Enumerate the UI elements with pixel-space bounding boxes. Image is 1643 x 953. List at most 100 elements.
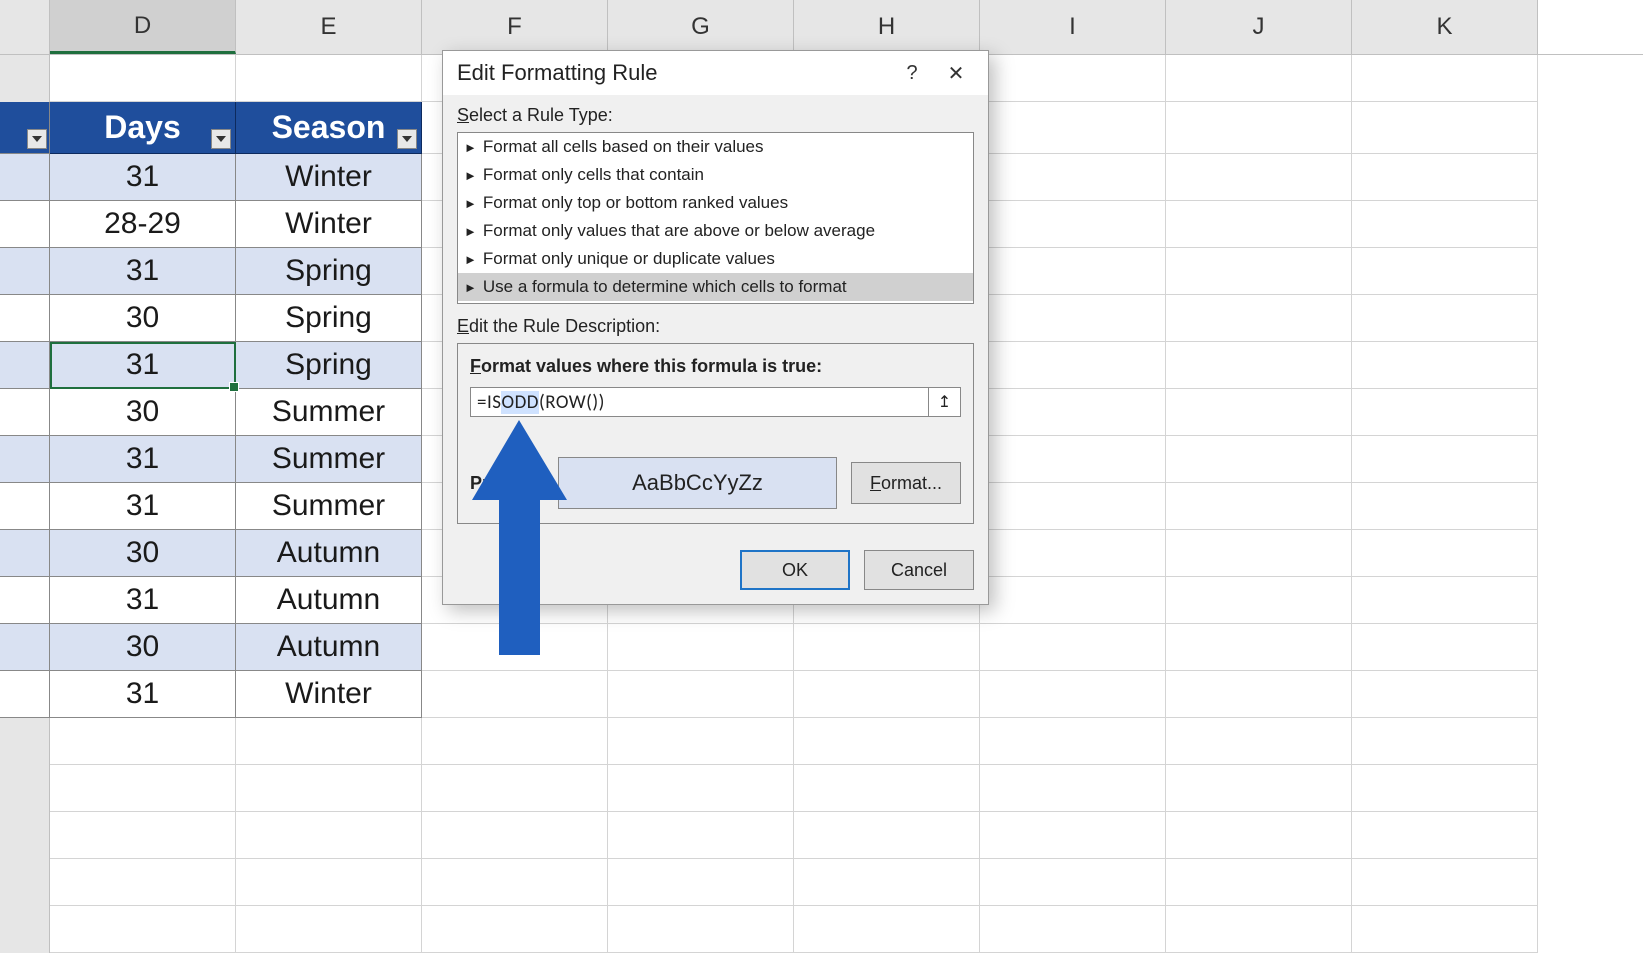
cell[interactable]	[1352, 577, 1538, 624]
cell[interactable]	[980, 812, 1166, 859]
col-header-g[interactable]: G	[608, 0, 794, 54]
rule-type-item[interactable]: ►Format only top or bottom ranked values	[458, 189, 973, 217]
cell-partial[interactable]	[0, 671, 50, 718]
cell[interactable]	[608, 812, 794, 859]
cell[interactable]	[236, 55, 422, 102]
cell-days[interactable]: 31	[50, 248, 236, 295]
cell-partial[interactable]	[0, 154, 50, 201]
rule-type-item[interactable]: ►Use a formula to determine which cells …	[458, 273, 973, 301]
cell[interactable]	[980, 671, 1166, 718]
cell[interactable]	[1352, 201, 1538, 248]
cell[interactable]	[1352, 624, 1538, 671]
cell-days[interactable]: 28-29	[50, 201, 236, 248]
cell[interactable]	[422, 765, 608, 812]
formula-input[interactable]: =ISODD(ROW())	[470, 387, 929, 417]
cell[interactable]	[608, 906, 794, 953]
dialog-titlebar[interactable]: Edit Formatting Rule ? ✕	[443, 51, 988, 95]
row-header[interactable]	[0, 812, 50, 859]
cell[interactable]	[608, 718, 794, 765]
cell[interactable]	[1352, 154, 1538, 201]
format-button[interactable]: Format...	[851, 462, 961, 504]
cell[interactable]	[1352, 530, 1538, 577]
cell[interactable]	[980, 765, 1166, 812]
cell[interactable]	[608, 765, 794, 812]
cell-days[interactable]: 31	[50, 671, 236, 718]
cell[interactable]	[1352, 483, 1538, 530]
cell[interactable]	[1166, 436, 1352, 483]
cell[interactable]	[794, 624, 980, 671]
cell[interactable]	[980, 154, 1166, 201]
cell[interactable]	[1352, 55, 1538, 102]
cell-days[interactable]: 31	[50, 483, 236, 530]
cell[interactable]	[1166, 102, 1352, 154]
cell-season[interactable]: Spring	[236, 342, 422, 389]
filter-dropdown-icon[interactable]	[397, 129, 417, 149]
cell-days[interactable]: 30	[50, 295, 236, 342]
cell[interactable]	[1166, 906, 1352, 953]
cell[interactable]	[236, 812, 422, 859]
cell[interactable]	[794, 765, 980, 812]
cell[interactable]	[980, 718, 1166, 765]
cell-days[interactable]: 30	[50, 530, 236, 577]
col-header-k[interactable]: K	[1352, 0, 1538, 54]
col-header-e[interactable]: E	[236, 0, 422, 54]
cell[interactable]	[1352, 671, 1538, 718]
col-header-f[interactable]: F	[422, 0, 608, 54]
cell[interactable]	[422, 812, 608, 859]
cell[interactable]	[980, 342, 1166, 389]
cell-partial[interactable]	[0, 577, 50, 624]
ok-button[interactable]: OK	[740, 550, 850, 590]
cell[interactable]	[1166, 812, 1352, 859]
cell[interactable]	[1166, 718, 1352, 765]
cell[interactable]	[1166, 530, 1352, 577]
cell-season[interactable]: Autumn	[236, 624, 422, 671]
cell[interactable]	[794, 671, 980, 718]
cell[interactable]	[794, 718, 980, 765]
cell[interactable]	[236, 859, 422, 906]
cell[interactable]	[50, 859, 236, 906]
cell[interactable]	[422, 624, 608, 671]
cell[interactable]	[980, 55, 1166, 102]
cell[interactable]	[1166, 671, 1352, 718]
cell[interactable]	[1166, 342, 1352, 389]
cell-days[interactable]: 31	[50, 577, 236, 624]
cell[interactable]	[980, 530, 1166, 577]
rule-type-item[interactable]: ►Format only cells that contain	[458, 161, 973, 189]
cell[interactable]	[236, 765, 422, 812]
cell-season[interactable]: Autumn	[236, 530, 422, 577]
cell[interactable]	[1352, 906, 1538, 953]
cell[interactable]	[1166, 765, 1352, 812]
cell[interactable]	[50, 906, 236, 953]
table-header-partial[interactable]	[0, 102, 50, 154]
cell-season[interactable]: Winter	[236, 671, 422, 718]
rule-type-item[interactable]: ►Format only values that are above or be…	[458, 217, 973, 245]
cell-partial[interactable]	[0, 483, 50, 530]
cell[interactable]	[1352, 859, 1538, 906]
cell[interactable]	[980, 102, 1166, 154]
col-header-h[interactable]: H	[794, 0, 980, 54]
collapse-dialog-button[interactable]: ↥	[929, 387, 961, 417]
cell[interactable]	[1166, 55, 1352, 102]
cell[interactable]	[236, 906, 422, 953]
cell-season[interactable]: Winter	[236, 154, 422, 201]
cell-season[interactable]: Summer	[236, 389, 422, 436]
cell[interactable]	[50, 812, 236, 859]
row-header[interactable]	[0, 765, 50, 812]
cell[interactable]	[1352, 389, 1538, 436]
rule-type-item[interactable]: ►Format all cells based on their values	[458, 133, 973, 161]
cell-days[interactable]: 31	[50, 342, 236, 389]
cell[interactable]	[1352, 248, 1538, 295]
cell-season[interactable]: Spring	[236, 295, 422, 342]
cell-partial[interactable]	[0, 248, 50, 295]
cell[interactable]	[1352, 342, 1538, 389]
cell[interactable]	[1166, 389, 1352, 436]
cell-days[interactable]: 31	[50, 154, 236, 201]
cell-partial[interactable]	[0, 295, 50, 342]
cell[interactable]	[1166, 859, 1352, 906]
cell[interactable]	[980, 577, 1166, 624]
cell[interactable]	[236, 718, 422, 765]
close-button[interactable]: ✕	[934, 54, 978, 92]
cell[interactable]	[980, 248, 1166, 295]
cell[interactable]	[1352, 102, 1538, 154]
row-header[interactable]	[0, 859, 50, 906]
